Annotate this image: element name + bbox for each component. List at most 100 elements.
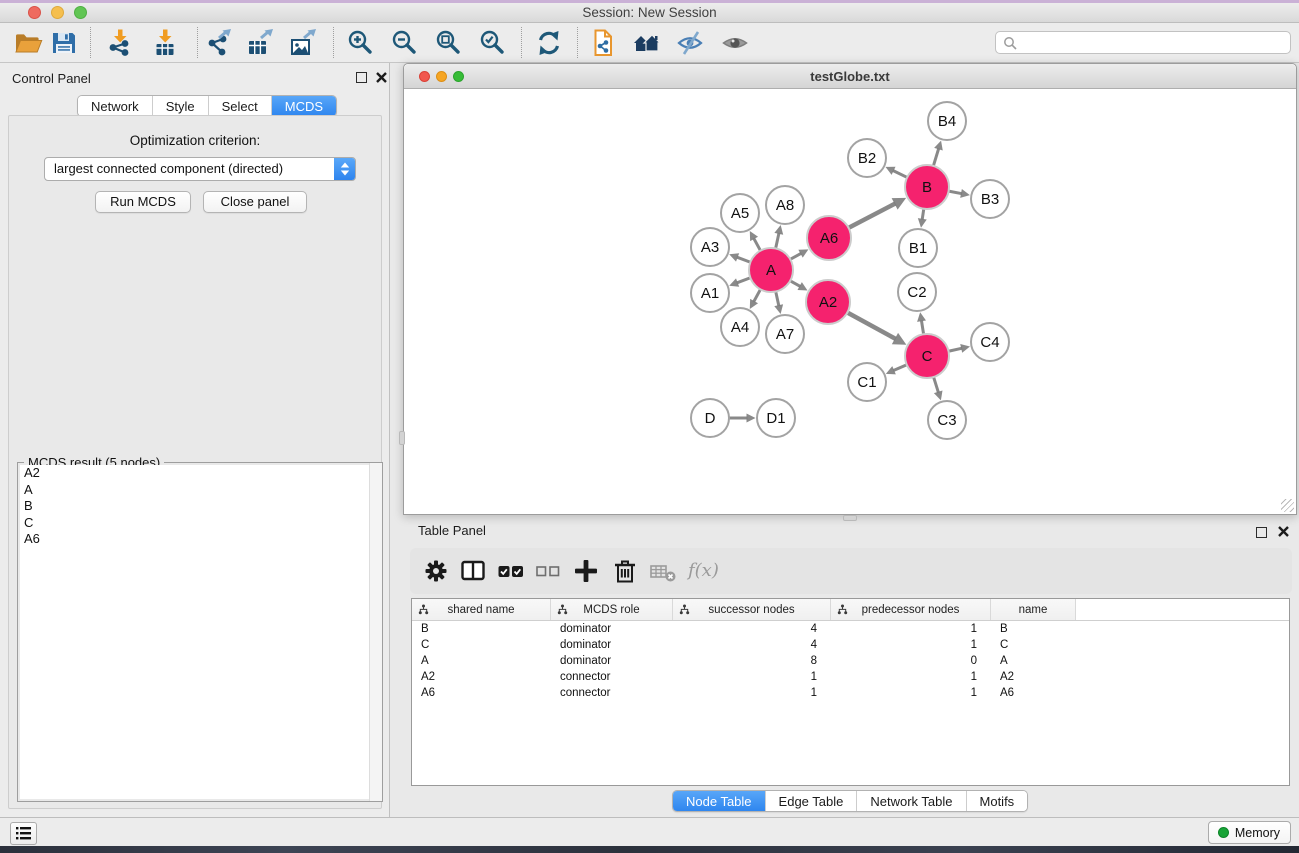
optimization-criterion-select[interactable]: largest connected component (directed) <box>44 157 356 181</box>
graph-node-C[interactable]: C <box>905 334 949 378</box>
network-graph[interactable]: B4B2BB3A5A8A6B1A3AC2A1A2A4A7C4CC1C3DD1 <box>404 89 1296 514</box>
mcds-result-item[interactable]: A2 <box>20 465 380 482</box>
cell-predecessor-nodes[interactable]: 0 <box>831 653 991 669</box>
splitter-handle-vertical[interactable] <box>399 431 405 445</box>
run-mcds-button[interactable]: Run MCDS <box>95 191 191 213</box>
graph-edge-A-A1[interactable] <box>737 278 751 283</box>
table-row[interactable]: Bdominator41B <box>412 621 1289 637</box>
mcds-result-list[interactable]: A2ABCA6 <box>20 465 380 799</box>
graph-node-B4[interactable]: B4 <box>928 102 966 140</box>
deselect-all-icon[interactable] <box>533 556 563 586</box>
graph-edge-A-A4[interactable] <box>754 289 761 302</box>
mcds-result-item[interactable]: C <box>20 515 380 532</box>
function-builder-icon[interactable]: f(x) <box>688 560 719 581</box>
export-table-icon[interactable] <box>245 28 275 58</box>
tab-network-table[interactable]: Network Table <box>856 791 965 811</box>
table-row[interactable]: A6connector11A6 <box>412 685 1289 701</box>
float-panel-icon[interactable] <box>356 72 367 83</box>
cell-mcds-role[interactable]: connector <box>551 685 673 701</box>
graph-node-A7[interactable]: A7 <box>766 315 804 353</box>
refresh-layout-icon[interactable] <box>534 28 564 58</box>
graph-node-B[interactable]: B <box>905 165 949 209</box>
cell-successor-nodes[interactable]: 4 <box>673 637 831 653</box>
network-canvas[interactable]: B4B2BB3A5A8A6B1A3AC2A1A2A4A7C4CC1C3DD1 <box>404 89 1296 514</box>
graph-edge-C-C2[interactable] <box>921 320 923 334</box>
cell-shared-name[interactable]: A2 <box>412 669 551 685</box>
network-window-titlebar[interactable]: testGlobe.txt <box>404 64 1296 89</box>
cell-shared-name[interactable]: A <box>412 653 551 669</box>
export-network-icon[interactable] <box>203 28 233 58</box>
select-all-icon[interactable] <box>496 556 526 586</box>
graph-edge-C-C4[interactable] <box>948 348 962 351</box>
cell-predecessor-nodes[interactable]: 1 <box>831 685 991 701</box>
open-file-icon[interactable] <box>13 28 43 58</box>
network-view-window[interactable]: testGlobe.txt B4B2BB3A5A8A6B1A3AC2A1A2A4… <box>403 63 1297 515</box>
cell-predecessor-nodes[interactable]: 1 <box>831 669 991 685</box>
mcds-result-item[interactable]: A <box>20 482 380 499</box>
graph-edge-A-A5[interactable] <box>754 238 761 251</box>
add-column-icon[interactable] <box>571 556 601 586</box>
graph-node-C1[interactable]: C1 <box>848 363 886 401</box>
graph-node-A6[interactable]: A6 <box>807 216 851 260</box>
zoom-fit-icon[interactable] <box>434 28 464 58</box>
graph-edge-A-A7[interactable] <box>776 291 779 306</box>
cell-shared-name[interactable]: A6 <box>412 685 551 701</box>
graph-edge-C-C3[interactable] <box>934 377 939 393</box>
graph-node-A4[interactable]: A4 <box>721 308 759 346</box>
graph-node-A3[interactable]: A3 <box>691 228 729 266</box>
table-row[interactable]: A2connector11A2 <box>412 669 1289 685</box>
table-options-gear-icon[interactable] <box>421 556 451 586</box>
hide-selected-icon[interactable] <box>675 28 705 58</box>
tab-edge-table[interactable]: Edge Table <box>765 791 857 811</box>
close-panel-button[interactable]: Close panel <box>203 191 307 213</box>
graph-edge-B-B2[interactable] <box>893 170 908 177</box>
column-header-predecessor-nodes[interactable]: predecessor nodes <box>831 599 991 620</box>
splitter-handle-horizontal[interactable] <box>843 515 857 521</box>
cell-name[interactable]: A <box>991 653 1076 669</box>
cell-shared-name[interactable]: C <box>412 637 551 653</box>
graph-edge-A-A2[interactable] <box>790 281 800 287</box>
app-titlebar[interactable]: Session: New Session <box>0 3 1299 23</box>
graph-edge-B-B3[interactable] <box>949 191 962 194</box>
table-row[interactable]: Adominator80A <box>412 653 1289 669</box>
zoom-in-icon[interactable] <box>346 28 376 58</box>
delete-column-trash-icon[interactable] <box>610 556 640 586</box>
cell-name[interactable]: B <box>991 621 1076 637</box>
column-header-mcds-role[interactable]: MCDS role <box>551 599 673 620</box>
graph-node-C3[interactable]: C3 <box>928 401 966 439</box>
cell-predecessor-nodes[interactable]: 1 <box>831 621 991 637</box>
window-resize-grip[interactable] <box>1281 499 1294 512</box>
graph-edge-A6-B[interactable] <box>849 203 896 227</box>
export-image-icon[interactable] <box>288 28 318 58</box>
graph-node-D[interactable]: D <box>691 399 729 437</box>
first-neighbors-icon[interactable] <box>632 28 662 58</box>
graph-node-A5[interactable]: A5 <box>721 194 759 232</box>
show-all-icon[interactable] <box>720 28 750 58</box>
cell-predecessor-nodes[interactable]: 1 <box>831 637 991 653</box>
mcds-list-scrollbar[interactable] <box>369 463 382 801</box>
cell-successor-nodes[interactable]: 1 <box>673 669 831 685</box>
column-header-name[interactable]: name <box>991 599 1076 620</box>
cell-successor-nodes[interactable]: 1 <box>673 685 831 701</box>
save-session-icon[interactable] <box>49 28 79 58</box>
graph-node-A1[interactable]: A1 <box>691 274 729 312</box>
tab-motifs[interactable]: Motifs <box>966 791 1028 811</box>
mcds-result-item[interactable]: A6 <box>20 531 380 548</box>
mcds-result-item[interactable]: B <box>20 498 380 515</box>
graph-node-B1[interactable]: B1 <box>899 229 937 267</box>
import-network-icon[interactable] <box>105 28 135 58</box>
graph-edge-C-C1[interactable] <box>893 365 907 371</box>
show-columns-icon[interactable] <box>458 556 488 586</box>
table-panel-close-icon[interactable] <box>1277 525 1290 538</box>
table-panel-float-icon[interactable] <box>1256 525 1267 543</box>
cell-mcds-role[interactable]: dominator <box>551 653 673 669</box>
close-panel-icon[interactable] <box>375 71 388 84</box>
memory-button[interactable]: Memory <box>1208 821 1291 844</box>
cell-name[interactable]: A6 <box>991 685 1076 701</box>
graph-node-A2[interactable]: A2 <box>806 280 850 324</box>
graph-node-C2[interactable]: C2 <box>898 273 936 311</box>
delete-table-icon[interactable] <box>648 556 678 586</box>
zoom-out-icon[interactable] <box>390 28 420 58</box>
tab-node-table[interactable]: Node Table <box>673 791 765 811</box>
tab-network[interactable]: Network <box>78 96 152 116</box>
